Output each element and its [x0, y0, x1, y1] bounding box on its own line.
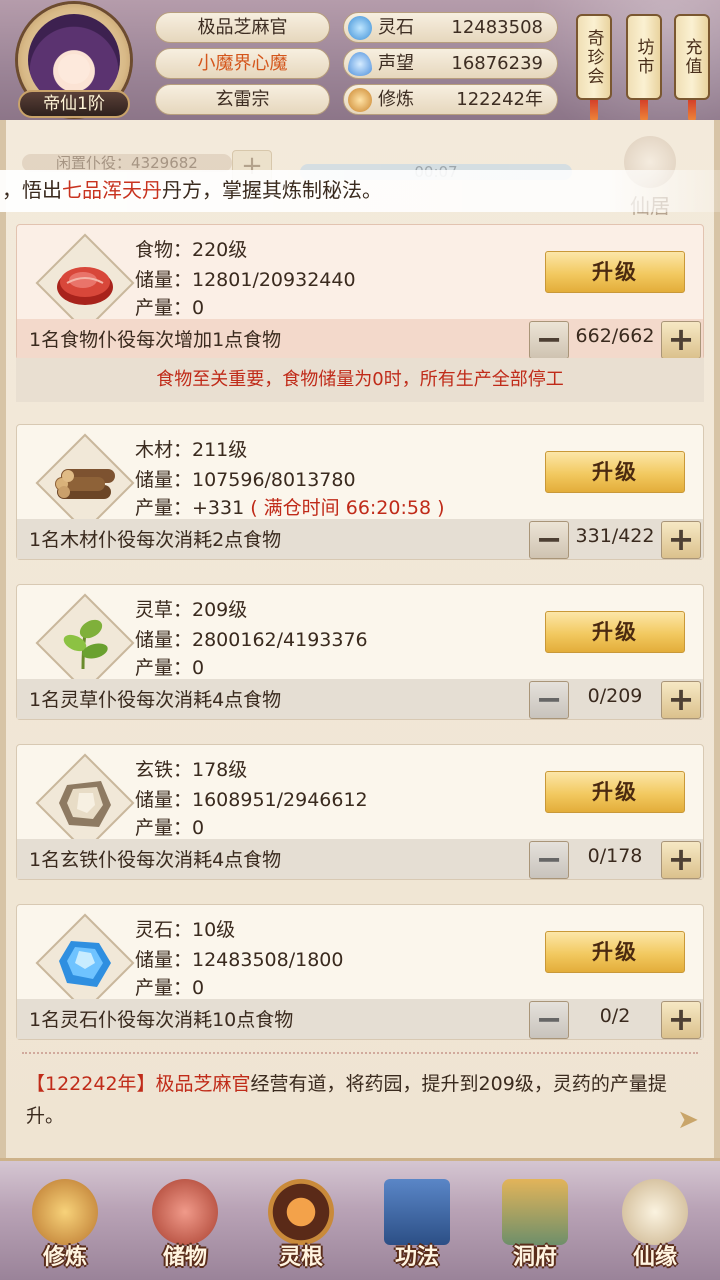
spirit-stone-output: 产量：0 — [135, 977, 205, 999]
resource-card-herb: 灵草：209级 储量：2800162/4193376 产量：0 升级 1名灵草仆… — [16, 584, 704, 720]
resource-spirit-stone: 灵石 12483508 — [343, 12, 558, 43]
herb-output: 产量：0 — [135, 657, 205, 679]
wood-full-time: ( 满仓时间 66:20:58 ) — [250, 497, 445, 519]
tab-recharge[interactable]: 充值 — [674, 14, 710, 122]
cultivation-icon — [348, 88, 372, 112]
gourd-icon — [622, 1179, 688, 1245]
herb-icon — [35, 593, 135, 693]
wood-storage: 储量：107596/8013780 — [135, 469, 356, 491]
cave-mansion-icon — [502, 1179, 568, 1245]
herb-storage: 储量：2800162/4193376 — [135, 629, 368, 651]
cultivate-icon — [32, 1179, 98, 1245]
increase-wood-servants-button[interactable]: + — [661, 521, 701, 559]
increase-herb-servants-button[interactable]: + — [661, 681, 701, 719]
food-output: 产量：0 — [135, 297, 205, 319]
food-warning: 食物至关重要，食物储量为0时，所有生产全部停工 — [16, 358, 704, 402]
nav-fate[interactable]: 仙缘 — [600, 1177, 710, 1280]
player-demon[interactable]: 小魔界心魔 — [155, 48, 330, 79]
scripture-book-icon — [384, 1179, 450, 1245]
spirit-stone-servant-count: 0/2 — [599, 1005, 631, 1027]
iron-servant-count: 0/178 — [587, 845, 643, 867]
spirit-stone-storage: 储量：12483508/1800 — [135, 949, 344, 971]
iron-storage: 储量：1608951/2946612 — [135, 789, 368, 811]
bottom-navigation: 修炼 储物 灵根 功法 洞府 仙缘 — [0, 1158, 720, 1280]
herb-servant-row: 1名灵草仆役每次消耗4点食物 − 0/209 + — [17, 679, 703, 719]
rank-badge: 帝仙1阶 — [18, 90, 130, 118]
food-servant-count: 662/662 — [575, 325, 655, 347]
resource-cultivation: 修炼 122242年 — [343, 84, 558, 115]
tab-market[interactable]: 坊市 — [626, 14, 662, 122]
iron-level: 玄铁：178级 — [135, 759, 248, 781]
nav-techniques[interactable]: 功法 — [362, 1177, 472, 1280]
food-servant-row: 1名食物仆役每次增加1点食物 − 662/662 + — [17, 319, 703, 359]
resource-card-spirit-stone: 灵石：10级 储量：12483508/1800 产量：0 升级 1名灵石仆役每次… — [16, 904, 704, 1040]
decrease-spirit-stone-servants-button[interactable]: − — [529, 1001, 569, 1039]
decrease-food-servants-button[interactable]: − — [529, 321, 569, 359]
storage-bag-icon — [152, 1179, 218, 1245]
herb-level: 灵草：209级 — [135, 599, 248, 621]
crystal-icon — [35, 913, 135, 1013]
wood-servant-row: 1名木材仆役每次消耗2点食物 − 331/422 + — [17, 519, 703, 559]
iron-servant-row: 1名玄铁仆役每次消耗4点食物 − 0/178 + — [17, 839, 703, 879]
top-header: 帝仙1阶 极品芝麻官 小魔界心魔 玄雷宗 灵石 12483508 声望 1687… — [0, 0, 720, 125]
reputation-icon — [348, 52, 372, 76]
increase-iron-servants-button[interactable]: + — [661, 841, 701, 879]
player-sect[interactable]: 玄雷宗 — [155, 84, 330, 115]
nav-spirit-root[interactable]: 灵根 — [246, 1177, 356, 1280]
food-level: 食物：220级 — [135, 239, 248, 261]
wood-servant-count: 331/422 — [575, 525, 655, 547]
spirit-root-icon — [268, 1179, 334, 1245]
spirit-stone-servant-row: 1名灵石仆役每次消耗10点食物 − 0/2 + — [17, 999, 703, 1039]
tab-treasure-auction[interactable]: 奇珍会 — [576, 14, 612, 122]
decrease-wood-servants-button[interactable]: − — [529, 521, 569, 559]
resource-card-food: 食物：220级 储量：12801/20932440 产量：0 升级 1名食物仆役… — [16, 224, 704, 360]
food-storage: 储量：12801/20932440 — [135, 269, 356, 291]
player-title: 极品芝麻官 — [155, 12, 330, 43]
wood-level: 木材：211级 — [135, 439, 248, 461]
resource-card-wood: 木材：211级 储量：107596/8013780 产量：+331 ( 满仓时间… — [16, 424, 704, 560]
wood-output: 产量：+331 ( 满仓时间 66:20:58 ) — [135, 497, 445, 519]
event-log: 【122242年】极品芝麻官经营有道，将药园，提升到209级，灵药的产量提升。 — [26, 1073, 667, 1127]
spirit-stone-icon — [348, 16, 372, 40]
resource-reputation: 声望 16876239 — [343, 48, 558, 79]
decrease-herb-servants-button[interactable]: − — [529, 681, 569, 719]
divider — [22, 1052, 698, 1060]
iron-output: 产量：0 — [135, 817, 205, 839]
iron-ore-icon — [35, 753, 135, 853]
increase-spirit-stone-servants-button[interactable]: + — [661, 1001, 701, 1039]
spirit-stone-level: 灵石：10级 — [135, 919, 236, 941]
log-next-arrow-icon[interactable]: ➤ — [672, 1104, 704, 1136]
upgrade-iron-button[interactable]: 升级 — [545, 771, 685, 813]
resource-card-iron: 玄铁：178级 储量：1608951/2946612 产量：0 升级 1名玄铁仆… — [16, 744, 704, 880]
increase-food-servants-button[interactable]: + — [661, 321, 701, 359]
upgrade-food-button[interactable]: 升级 — [545, 251, 685, 293]
nav-storage[interactable]: 储物 — [130, 1177, 240, 1280]
scrolling-announcement: ，悟出七品浑天丹丹方，掌握其炼制秘法。 — [0, 170, 720, 212]
wood-logs-icon — [35, 433, 135, 533]
meat-icon — [35, 233, 135, 333]
upgrade-spirit-stone-button[interactable]: 升级 — [545, 931, 685, 973]
nav-cave-mansion[interactable]: 洞府 — [480, 1177, 590, 1280]
upgrade-herb-button[interactable]: 升级 — [545, 611, 685, 653]
upgrade-wood-button[interactable]: 升级 — [545, 451, 685, 493]
decrease-iron-servants-button[interactable]: − — [529, 841, 569, 879]
herb-servant-count: 0/209 — [587, 685, 643, 707]
nav-cultivate[interactable]: 修炼 — [10, 1177, 120, 1280]
